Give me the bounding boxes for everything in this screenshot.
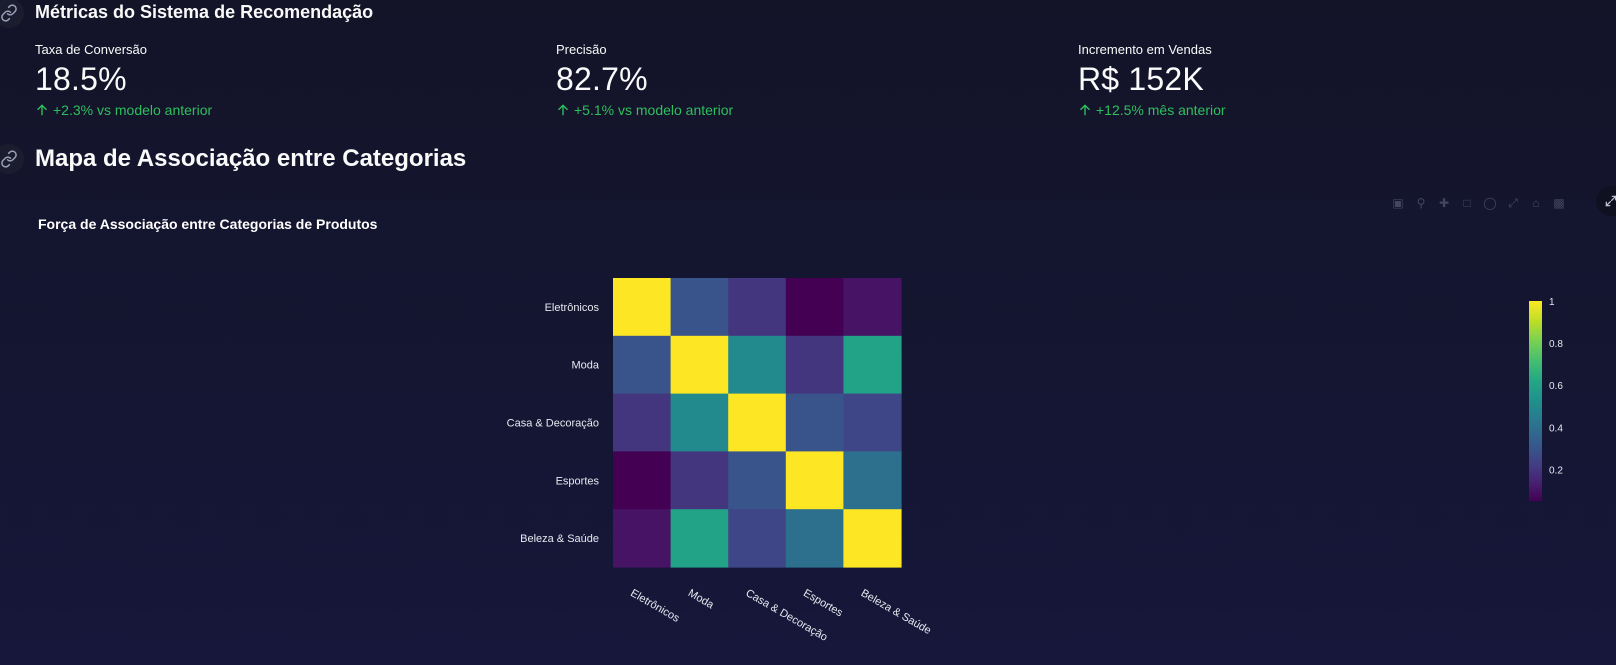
arrow-up-icon — [558, 104, 568, 116]
heatmap-cell[interactable] — [728, 335, 787, 395]
heatmap-cell[interactable] — [670, 335, 729, 395]
heatmap-cell[interactable] — [728, 393, 787, 452]
heatmap-cell[interactable] — [670, 393, 729, 452]
colorbar-tick-label: 1 — [1549, 297, 1555, 308]
heatmap-cell[interactable] — [843, 393, 902, 452]
heatmap-cell[interactable] — [785, 278, 844, 337]
metric-label: Precisão — [556, 42, 607, 57]
y-axis-ticks: Eletrônicos Moda Casa & Decoração Esportes B… — [507, 302, 600, 545]
link-icon — [1, 150, 17, 168]
x-tick-label: Eletrônicos — [628, 587, 682, 625]
metric-label: Taxa de Conversão — [35, 42, 148, 57]
y-tick-label: Casa & Decoração — [507, 418, 599, 430]
colorbar-tick-label: 0.4 — [1549, 423, 1563, 434]
x-tick-label: Esportes — [801, 587, 845, 619]
metric-delta: +12.5% mês anterior — [1078, 102, 1226, 118]
heatmap-cell[interactable] — [843, 509, 902, 568]
heatmap-cell[interactable] — [843, 451, 902, 510]
heatmap-cell[interactable] — [613, 393, 672, 452]
x-tick-label: Moda — [686, 587, 717, 612]
heatmap-cell[interactable] — [785, 335, 844, 395]
heatmap-cell[interactable] — [843, 278, 902, 337]
arrow-up-icon — [1080, 104, 1090, 116]
heatmap-cell[interactable] — [613, 335, 672, 395]
chart-title: Força de Associação entre Categorias de … — [38, 216, 378, 232]
link-icon — [1, 4, 17, 22]
metric-value: R$ 152K — [1078, 61, 1204, 97]
heatmap-cell[interactable] — [670, 451, 729, 510]
heatmap-cell[interactable] — [670, 509, 729, 568]
metric-precision: Precisão 82.7% +5.1% vs modelo anterior — [556, 42, 733, 118]
map-section-anchor[interactable] — [0, 144, 24, 174]
heatmap-cells — [613, 278, 902, 568]
metric-value: 18.5% — [35, 61, 127, 97]
metric-sales-increment: Incremento em Vendas R$ 152K +12.5% mês … — [1078, 42, 1226, 118]
heatmap-cell[interactable] — [728, 451, 787, 510]
colorbar-tick-label: 0.6 — [1549, 381, 1563, 392]
heatmap-cell[interactable] — [728, 509, 787, 568]
x-axis-ticks: Eletrônicos Moda Casa & DecoraçãoEsportes B… — [628, 587, 933, 644]
metric-delta-text: +5.1% vs modelo anterior — [574, 102, 734, 118]
arrow-up-icon — [37, 104, 47, 116]
colorbar: 0.2 0.4 0.6 0.8 1 — [1529, 297, 1563, 501]
metric-delta: +5.1% vs modelo anterior — [556, 102, 733, 118]
colorbar-tick-label: 0.8 — [1549, 339, 1563, 350]
heatmap-cell[interactable] — [785, 451, 844, 510]
metric-label: Incremento em Vendas — [1078, 42, 1212, 57]
y-tick-label: Eletrônicos — [545, 302, 600, 314]
metric-delta: +2.3% vs modelo anterior — [35, 102, 212, 118]
heatmap-cell[interactable] — [613, 509, 672, 568]
metric-value: 82.7% — [556, 61, 648, 97]
metrics-section-anchor[interactable] — [0, 0, 24, 28]
metrics-section-title: Métricas do Sistema de Recomendação — [35, 2, 374, 22]
metric-delta-text: +12.5% mês anterior — [1096, 102, 1226, 118]
y-tick-label: Moda — [571, 360, 599, 372]
colorbar-tick-label: 0.2 — [1549, 465, 1563, 476]
heatmap-cell[interactable] — [843, 335, 902, 395]
association-heatmap-chart: Força de Associação entre Categorias de … — [38, 216, 1563, 644]
y-tick-label: Esportes — [556, 475, 600, 487]
heatmap-cell[interactable] — [728, 278, 787, 337]
metric-conversion-rate: Taxa de Conversão 18.5% +2.3% vs modelo … — [35, 42, 212, 118]
heatmap-cell[interactable] — [670, 278, 729, 337]
x-tick-label: Beleza & Saúde — [859, 587, 933, 637]
heatmap-cell[interactable] — [785, 509, 844, 568]
heatmap-cell[interactable] — [613, 451, 672, 510]
heatmap-cell[interactable] — [613, 278, 672, 337]
y-tick-label: Beleza & Saúde — [520, 533, 599, 545]
metric-delta-text: +2.3% vs modelo anterior — [53, 102, 213, 118]
colorbar-gradient — [1529, 301, 1542, 501]
map-section-title: Mapa de Associação entre Categorias — [35, 145, 467, 172]
heatmap-cell[interactable] — [785, 393, 844, 452]
